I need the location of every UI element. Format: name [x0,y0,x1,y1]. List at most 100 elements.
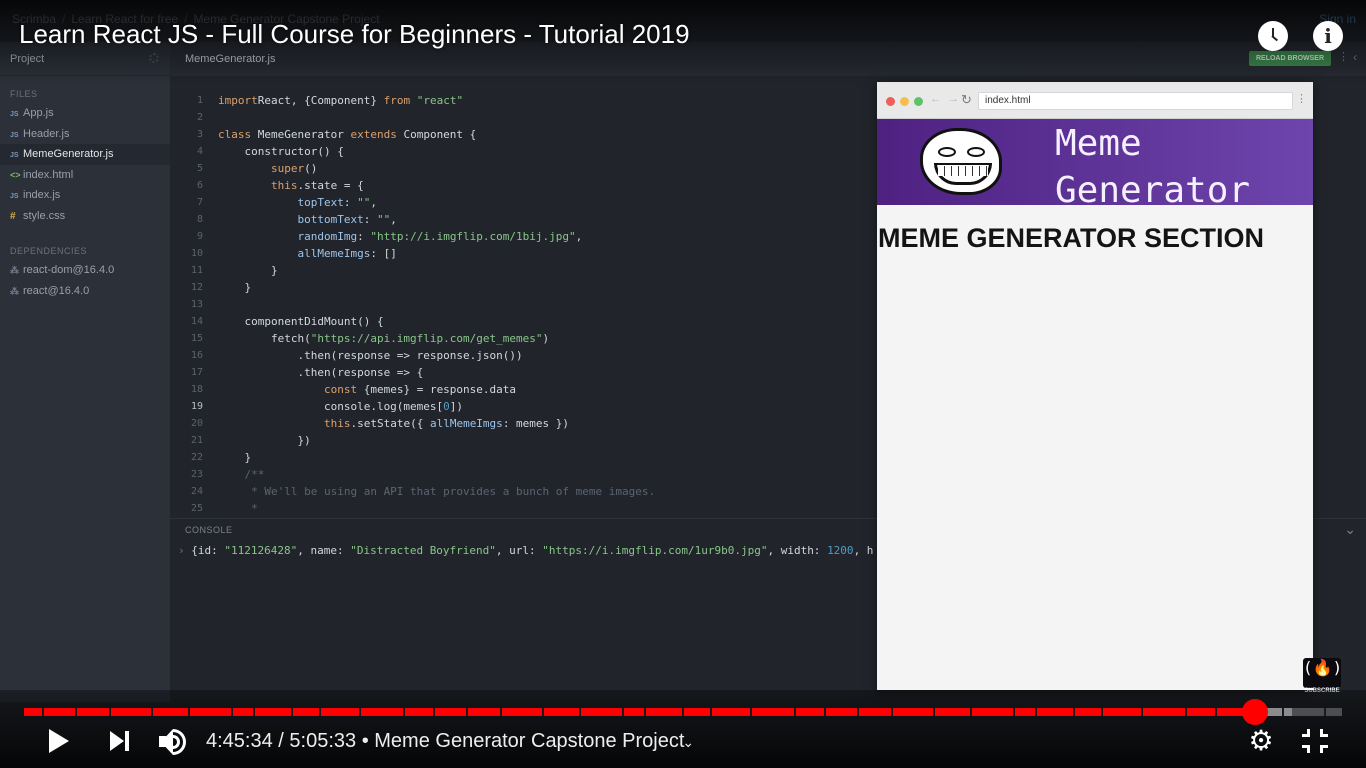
line-content: constructor() { [203,143,343,160]
line-number: 17 [190,367,203,378]
chapter-marker [970,708,972,716]
code-token: "react" [410,94,464,107]
file-item[interactable]: <> index.html [0,165,170,186]
chapter-marker [1282,708,1284,716]
nav-arrows-icon[interactable]: ← → [930,93,961,105]
expand-arrow-icon[interactable]: › [178,544,191,557]
code-token: bottomText [297,213,364,226]
channel-badge[interactable]: (🔥) [1303,658,1342,688]
code-token: fetch( [218,332,311,345]
file-item[interactable]: # style.css [0,206,170,227]
line-content: /** [203,466,264,483]
code-token: : memes }) [502,417,570,430]
code-token: : [357,230,371,243]
code-token: ]) [449,400,464,413]
exit-fullscreen-icon[interactable] [1302,729,1328,753]
line-number: 24 [190,486,203,497]
line-content: } [203,262,278,279]
browser-menu-icon[interactable]: ⋮ [1296,92,1307,105]
line-number: 16 [190,350,203,361]
file-name: MemeGenerator.js [23,148,114,160]
file-item[interactable]: JS Header.js [0,124,170,145]
code-token: React, {Component} [257,94,384,107]
chapter-marker [75,708,77,716]
troll-face-logo [920,128,1002,195]
line-number: 2 [196,112,203,123]
chevron-left-icon[interactable]: ‹ [1353,50,1357,64]
chapter-title[interactable]: Meme Generator Capstone Project [374,730,684,752]
code-line: 11 } [170,262,655,279]
chapter-marker [291,708,293,716]
chevron-down-icon[interactable]: ⌄ [682,734,694,750]
console-token: , h [853,544,874,557]
chevron-down-icon[interactable]: ⌄ [1344,521,1356,538]
chapter-marker [933,708,935,716]
code-line: 24 * We'll be using an API that provides… [170,483,655,500]
code-token: extends [350,128,397,141]
reload-icon[interactable]: ↻ [961,92,972,108]
more-icon[interactable]: ⋮ [1338,50,1349,63]
minimize-dot-icon[interactable] [900,97,909,106]
close-dot-icon[interactable] [886,97,895,106]
chapter-marker [1035,708,1037,716]
code-token: ) [542,332,550,345]
progress-played [24,708,1255,716]
dependency-item[interactable]: ⁂ react@16.4.0 [0,281,170,302]
line-content: class MemeGenerator extends Component { [203,126,476,143]
reload-browser-button[interactable]: RELOAD BROWSER [1249,51,1331,66]
code-token: topText [297,196,344,209]
line-number: 18 [190,384,203,395]
settings-gear-icon[interactable]: ⚙ [1247,727,1275,755]
code-token: 0 [443,400,450,413]
player-controls-shade [0,690,1366,768]
code-token: /** [218,468,265,481]
code-token: allMemeImgs [429,417,503,430]
line-content: randomImg: "http://i.imgflip.com/1bij.jp… [203,228,582,245]
code-token: .then(response => { [218,366,424,379]
gear-icon[interactable] [149,53,159,63]
line-number: 1 [196,95,203,106]
watch-later-icon[interactable] [1258,21,1288,51]
chapter-marker [231,708,233,716]
js-file-icon: JS [10,131,19,139]
chapter-marker [824,708,826,716]
fullscreen-corner [1320,729,1328,737]
code-token: const [323,383,358,396]
code-token: this [323,417,351,430]
tab-memegenerator[interactable]: MemeGenerator.js [185,53,275,65]
play-icon[interactable] [46,728,70,754]
info-icon[interactable]: i [1313,21,1343,51]
file-item[interactable]: JS MemeGenerator.js [0,144,170,165]
progress-scrubber[interactable] [1242,699,1268,725]
video-title[interactable]: Learn React JS - Full Course for Beginne… [19,19,690,50]
address-bar[interactable]: index.html [978,92,1293,110]
line-number: 13 [190,299,203,310]
chapter-marker [151,708,153,716]
line-content: topText: "", [203,194,376,211]
code-token: randomImg [297,230,358,243]
code-token: : [343,196,358,209]
file-item[interactable]: JS index.js [0,185,170,206]
progress-bar[interactable] [24,699,1342,725]
line-content: fetch("https://api.imgflip.com/get_memes… [203,330,549,347]
maximize-dot-icon[interactable] [914,97,923,106]
css-file-icon: # [10,210,16,222]
dependency-name: react-dom@16.4.0 [23,264,115,276]
console-token: "112126428" [224,544,298,557]
volume-icon[interactable] [157,728,189,756]
next-icon[interactable] [108,730,132,752]
dependency-item[interactable]: ⁂ react-dom@16.4.0 [0,260,170,281]
line-content: } [203,449,251,466]
file-item[interactable]: JS App.js [0,103,170,124]
code-token: , [575,230,583,243]
console-token: 1200 [827,544,854,557]
code-area[interactable]: 1 importReact, {Component} from "react" 2 3… [170,92,655,517]
code-token: console.log(memes[ [218,400,444,413]
chapter-marker [319,708,321,716]
code-token: componentDidMount() { [218,315,384,328]
line-number: 10 [190,248,203,259]
